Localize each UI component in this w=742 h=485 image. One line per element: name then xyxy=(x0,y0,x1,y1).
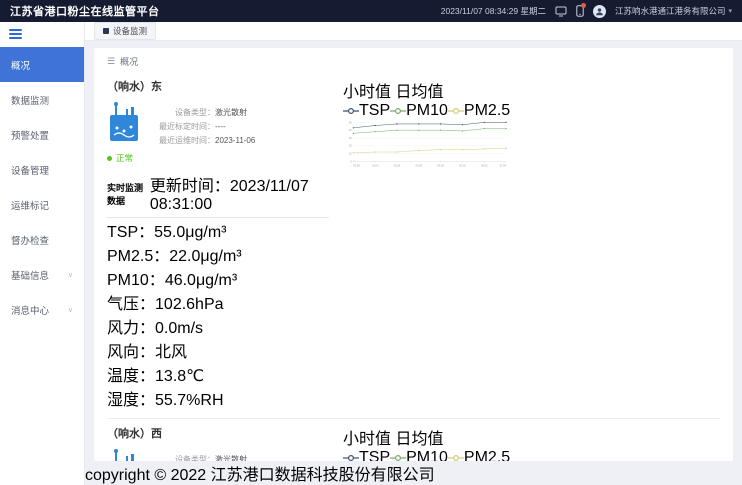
sidebar-item-data-monitoring[interactable]: 数据监测 xyxy=(0,82,84,117)
svg-text:30: 30 xyxy=(349,136,352,140)
monitor-icon[interactable] xyxy=(555,6,567,17)
device-type-label: 设备类型： xyxy=(151,106,215,120)
svg-text:03:00: 03:00 xyxy=(416,164,423,168)
copyright-text: copyright © 2022 江苏港口数据科技股份有限公司 xyxy=(85,467,435,484)
sidebar-item-supervision-check[interactable]: 督办检查 xyxy=(0,222,84,257)
sidebar-item-maintenance-record[interactable]: 运维标记 xyxy=(0,187,84,222)
chart-period-tabs: 小时值 日均值 xyxy=(343,425,510,449)
svg-text:02:00: 02:00 xyxy=(394,164,401,168)
metric-tsp: TSP：55.0μg/m³ xyxy=(107,218,329,242)
main-area: 设备监测 ☰ 概况 （响水）东 xyxy=(85,22,742,485)
legend-marker-icon xyxy=(448,107,464,115)
dust-monitor-device-icon xyxy=(107,101,141,143)
svg-text:0: 0 xyxy=(350,159,352,163)
tab-device-monitoring[interactable]: 设备监测 xyxy=(94,22,156,40)
topbar: 江苏省港口粉尘在线监管平台 2023/11/07 08:34:29 星期二 江苏… xyxy=(0,0,742,22)
svg-text:07:00: 07:00 xyxy=(500,164,507,168)
company-name: 江苏响水港通江港务有限公司 xyxy=(615,5,726,17)
metric-pm10: PM10：46.0μg/m³ xyxy=(107,266,329,290)
sidebar-item-basic-info[interactable]: 基础信息∨ xyxy=(0,257,84,292)
legend-item-pm10[interactable]: PM10 xyxy=(390,449,448,461)
legend-marker-icon xyxy=(390,107,406,115)
tab-strip: 设备监测 xyxy=(85,22,742,41)
legend-marker-icon xyxy=(343,107,359,115)
device-type-value: 激光散射 xyxy=(215,108,247,117)
chevron-down-icon: ▾ xyxy=(728,7,732,15)
svg-text:01:00: 01:00 xyxy=(372,164,379,168)
tab-hourly[interactable]: 小时值 xyxy=(343,431,391,448)
menu-icon[interactable]: ☰ xyxy=(107,56,115,67)
metric-temperature: 温度：13.8℃ xyxy=(107,362,329,386)
device-title: （响水）西 xyxy=(107,425,329,441)
tab-hourly[interactable]: 小时值 xyxy=(343,84,391,101)
sidebar-item-device-management[interactable]: 设备管理 xyxy=(0,152,84,187)
device-card-xiangshui-west: （响水）西 设 xyxy=(107,418,720,461)
datetime-text: 2023/11/07 08:34:29 星期二 xyxy=(441,5,546,17)
update-time: 更新时间：2023/11/07 08:31:00 xyxy=(150,172,329,214)
device-title: （响水）东 xyxy=(107,78,329,94)
metric-pressure: 气压：102.6hPa xyxy=(107,290,329,314)
status-dot-icon xyxy=(107,156,112,161)
line-chart: 0 10 20 30 40 50 00:00 01:00 02:00 03:00 04:00 05:0… xyxy=(343,120,510,168)
chevron-down-icon: ∨ xyxy=(68,271,73,279)
legend-item-pm25[interactable]: PM2.5 xyxy=(448,102,510,119)
user-avatar[interactable] xyxy=(593,5,606,18)
dust-monitor-device-icon xyxy=(107,448,141,461)
metric-wind-speed: 风力：0.0m/s xyxy=(107,314,329,338)
sidebar: 概况 数据监测 预警处置 设备管理 运维标记 督办检查 基础信息∨ 消息中心∨ xyxy=(0,22,85,485)
legend-item-tsp[interactable]: TSP xyxy=(343,102,390,119)
svg-text:20: 20 xyxy=(349,144,352,148)
metric-pm25: PM2.5：22.0μg/m³ xyxy=(107,242,329,266)
sidebar-item-overview[interactable]: 概况 xyxy=(0,47,84,82)
app-title: 江苏省港口粉尘在线监管平台 xyxy=(10,3,160,19)
calibration-time-value: ---- xyxy=(215,122,226,131)
legend-marker-icon xyxy=(390,454,406,461)
svg-text:10: 10 xyxy=(349,151,352,155)
maintenance-time-label: 最近运维时间： xyxy=(151,134,215,148)
calibration-time-label: 最近标定时间： xyxy=(151,120,215,134)
tab-daily[interactable]: 日均值 xyxy=(395,84,443,101)
breadcrumb: ☰ 概况 xyxy=(107,55,720,72)
sidebar-item-warning-handling[interactable]: 预警处置 xyxy=(0,117,84,152)
legend-item-tsp[interactable]: TSP xyxy=(343,449,390,461)
sidebar-item-message-center[interactable]: 消息中心∨ xyxy=(0,292,84,327)
legend-item-pm25[interactable]: PM2.5 xyxy=(448,449,510,461)
company-dropdown[interactable]: 江苏响水港通江港务有限公司 ▾ xyxy=(615,5,732,17)
svg-text:40: 40 xyxy=(349,128,352,132)
legend-marker-icon xyxy=(343,454,359,461)
metric-wind-direction: 风向：北风 xyxy=(107,338,329,362)
chevron-down-icon: ∨ xyxy=(68,306,73,314)
status-badge: 正常 xyxy=(107,152,329,164)
svg-text:05:00: 05:00 xyxy=(459,164,466,168)
device-type-label: 设备类型： xyxy=(151,453,215,461)
phone-notification-icon[interactable] xyxy=(576,5,584,17)
metric-humidity: 湿度：55.7%RH xyxy=(107,386,329,410)
chart-legend: TSPPM10PM2.5 xyxy=(343,102,510,120)
chart-legend: TSPPM10PM2.5 xyxy=(343,449,510,461)
realtime-data-title: 实时监测数据 xyxy=(107,181,150,207)
svg-text:50: 50 xyxy=(349,120,352,124)
legend-marker-icon xyxy=(448,454,464,461)
device-card-xiangshui-east: （响水）东 设 xyxy=(107,72,720,418)
svg-text:04:00: 04:00 xyxy=(437,164,444,168)
chart-period-tabs: 小时值 日均值 xyxy=(343,78,510,102)
legend-item-pm10[interactable]: PM10 xyxy=(390,102,448,119)
svg-text:06:00: 06:00 xyxy=(481,164,488,168)
notification-badge xyxy=(581,3,586,8)
hamburger-icon[interactable] xyxy=(0,22,84,47)
footer: copyright © 2022 江苏港口数据科技股份有限公司 xyxy=(85,461,742,485)
tab-square-icon xyxy=(103,28,109,34)
maintenance-time-value: 2023-11-06 xyxy=(215,136,255,145)
overview-panel: ☰ 概况 （响水）东 xyxy=(94,48,733,461)
realtime-metrics: TSP：55.0μg/m³ PM2.5：22.0μg/m³ PM10：46.0μ… xyxy=(107,218,329,410)
svg-text:00:00: 00:00 xyxy=(353,164,360,168)
tab-daily[interactable]: 日均值 xyxy=(395,431,443,448)
